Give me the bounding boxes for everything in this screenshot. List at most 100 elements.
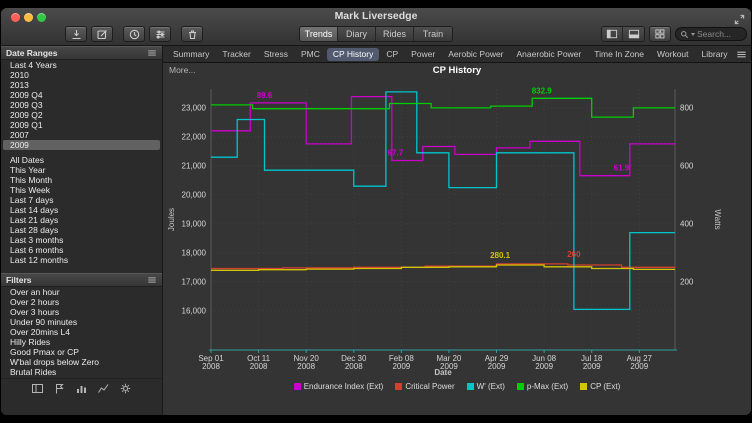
legend-label: CP (Ext) (590, 382, 620, 391)
view-tab-train[interactable]: Train (414, 27, 452, 41)
tab-overflow-menu[interactable] (736, 49, 747, 60)
sidebar-item-2009[interactable]: 2009 (3, 140, 160, 150)
data-label-260: 260 (567, 250, 581, 259)
tab-cp-history[interactable]: CP History (327, 48, 379, 61)
tab-time-in-zone[interactable]: Time In Zone (588, 48, 650, 61)
delete-activity-button[interactable] (181, 26, 203, 42)
date-ranges-menu-icon[interactable] (147, 48, 157, 58)
sidebar-item-last-4-years[interactable]: Last 4 Years (3, 60, 160, 70)
view-tab-diary[interactable]: Diary (338, 27, 376, 41)
tab-anaerobic-power[interactable]: Anaerobic Power (511, 48, 588, 61)
sidebar-item-over-2-hours[interactable]: Over 2 hours (3, 297, 160, 307)
cp-history-chart[interactable]: 16,00017,00018,00019,00020,00021,00022,0… (165, 77, 751, 379)
series-w-ext (211, 92, 675, 310)
tab-stress[interactable]: Stress (258, 48, 294, 61)
x-axis-title: Date (434, 368, 452, 377)
sidebar: Date Ranges Last 4 Years201020132009 Q42… (1, 46, 163, 415)
tab-library[interactable]: Library (696, 48, 734, 61)
layout-icon[interactable] (31, 382, 44, 395)
sidebar-item-2013[interactable]: 2013 (3, 80, 160, 90)
download-icon (70, 28, 83, 41)
legend-item-p-max-ext: p-Max (Ext) (517, 382, 568, 391)
sidebar-item-under-90-minutes[interactable]: Under 90 minutes (3, 317, 160, 327)
view-tab-rides[interactable]: Rides (376, 27, 414, 41)
legend-swatch (395, 383, 402, 390)
view-tab-trends[interactable]: Trends (300, 27, 338, 41)
search-field[interactable] (675, 27, 747, 41)
date-ranges-header[interactable]: Date Ranges (1, 46, 162, 60)
sidebar-toggles (601, 26, 645, 42)
sidebar-item-last-6-months[interactable]: Last 6 months (3, 245, 160, 255)
tab-bar: SummaryTrackerStressPMCCP HistoryCPPower… (163, 46, 751, 63)
right-axis-tick-label: 800 (680, 103, 694, 112)
sidebar-item-2010[interactable]: 2010 (3, 70, 160, 80)
legend-swatch (580, 383, 587, 390)
sidebar-item-brutal-rides[interactable]: Brutal Rides (3, 367, 160, 377)
tab-tracker[interactable]: Tracker (216, 48, 257, 61)
sidebar-item-last-21-days[interactable]: Last 21 days (3, 215, 160, 225)
sidebar-item-over-an-hour[interactable]: Over an hour (3, 287, 160, 297)
trash-icon (186, 28, 199, 41)
data-label-89-6: 89.6 (257, 91, 273, 100)
sidebar-item-hilly-rides[interactable]: Hilly Rides (3, 337, 160, 347)
split-activity-button[interactable] (123, 26, 145, 42)
left-axis-tick-label: 17,000 (182, 277, 207, 286)
sidebar-item-last-7-days[interactable]: Last 7 days (3, 195, 160, 205)
tab-cp[interactable]: CP (380, 48, 404, 61)
left-axis-tick-label: 19,000 (182, 219, 207, 228)
sidebar-item-last-12-months[interactable]: Last 12 months (3, 255, 160, 265)
filters-menu-icon[interactable] (147, 275, 157, 285)
date-ranges-list: Last 4 Years201020132009 Q42009 Q32009 Q… (1, 60, 162, 265)
manual-entry-button[interactable] (91, 26, 113, 42)
tile-view-icon (654, 28, 666, 40)
sidebar-item-this-year[interactable]: This Year (3, 165, 160, 175)
sidebar-item-last-14-days[interactable]: Last 14 days (3, 205, 160, 215)
tab-workout[interactable]: Workout (651, 48, 695, 61)
line-chart-icon[interactable] (97, 382, 110, 395)
view-switcher: TrendsDiaryRidesTrain (299, 26, 453, 42)
sidebar-item-over-3-hours[interactable]: Over 3 hours (3, 307, 160, 317)
toggle-left-sidebar-button[interactable] (602, 27, 623, 41)
sidebar-item-all-dates[interactable]: All Dates (3, 155, 160, 165)
sidebar-item-over-20mins-l4[interactable]: Over 20mins L4 (3, 327, 160, 337)
options-button[interactable] (149, 26, 171, 42)
main-toolbar: TrendsDiaryRidesTrain (1, 24, 751, 46)
toggle-bottom-bar-button[interactable] (623, 27, 644, 41)
sidebar-item-2009-q1[interactable]: 2009 Q1 (3, 120, 160, 130)
download-activity-button[interactable] (65, 26, 87, 42)
tab-aerobic-power[interactable]: Aerobic Power (442, 48, 509, 61)
left-pane-icon (606, 28, 618, 40)
gear-icon[interactable] (119, 382, 132, 395)
sidebar-item-last-28-days[interactable]: Last 28 days (3, 225, 160, 235)
clock-icon (128, 28, 141, 41)
legend-item-endurance-index-ext: Endurance Index (Ext) (294, 382, 384, 391)
sidebar-item-last-3-months[interactable]: Last 3 months (3, 235, 160, 245)
tile-view-button[interactable] (649, 26, 671, 42)
search-scope-chevron-icon[interactable] (691, 33, 695, 36)
filters-list: Over an hourOver 2 hoursOver 3 hoursUnde… (1, 287, 162, 377)
right-axis-tick-label: 200 (680, 277, 694, 286)
tab-pmc[interactable]: PMC (295, 48, 326, 61)
left-axis-tick-label: 22,000 (182, 132, 207, 141)
sidebar-item-2007[interactable]: 2007 (3, 130, 160, 140)
data-label-832-9: 832.9 (532, 86, 553, 95)
compose-icon (96, 28, 109, 41)
x-axis-tick-label: Jul 182009 (581, 354, 603, 371)
sidebar-item-w-bal-drops-below-zero[interactable]: W'bal drops below Zero (3, 357, 160, 367)
flag-icon[interactable] (53, 382, 66, 395)
tab-summary[interactable]: Summary (167, 48, 215, 61)
sidebar-item-this-week[interactable]: This Week (3, 185, 160, 195)
legend-label: Critical Power (405, 382, 454, 391)
bar-chart-icon[interactable] (75, 382, 88, 395)
sidebar-item-2009-q3[interactable]: 2009 Q3 (3, 100, 160, 110)
tab-power[interactable]: Power (405, 48, 441, 61)
filters-header[interactable]: Filters (1, 273, 162, 287)
left-axis-tick-label: 23,000 (182, 103, 207, 112)
search-input[interactable] (697, 29, 742, 39)
left-axis-tick-label: 21,000 (182, 161, 207, 170)
sidebar-item-2009-q4[interactable]: 2009 Q4 (3, 90, 160, 100)
sidebar-item-good-pmax-or-cp[interactable]: Good Pmax or CP (3, 347, 160, 357)
sidebar-item-2009-q2[interactable]: 2009 Q2 (3, 110, 160, 120)
window-title: Mark Liversedge (1, 10, 751, 22)
sidebar-item-this-month[interactable]: This Month (3, 175, 160, 185)
